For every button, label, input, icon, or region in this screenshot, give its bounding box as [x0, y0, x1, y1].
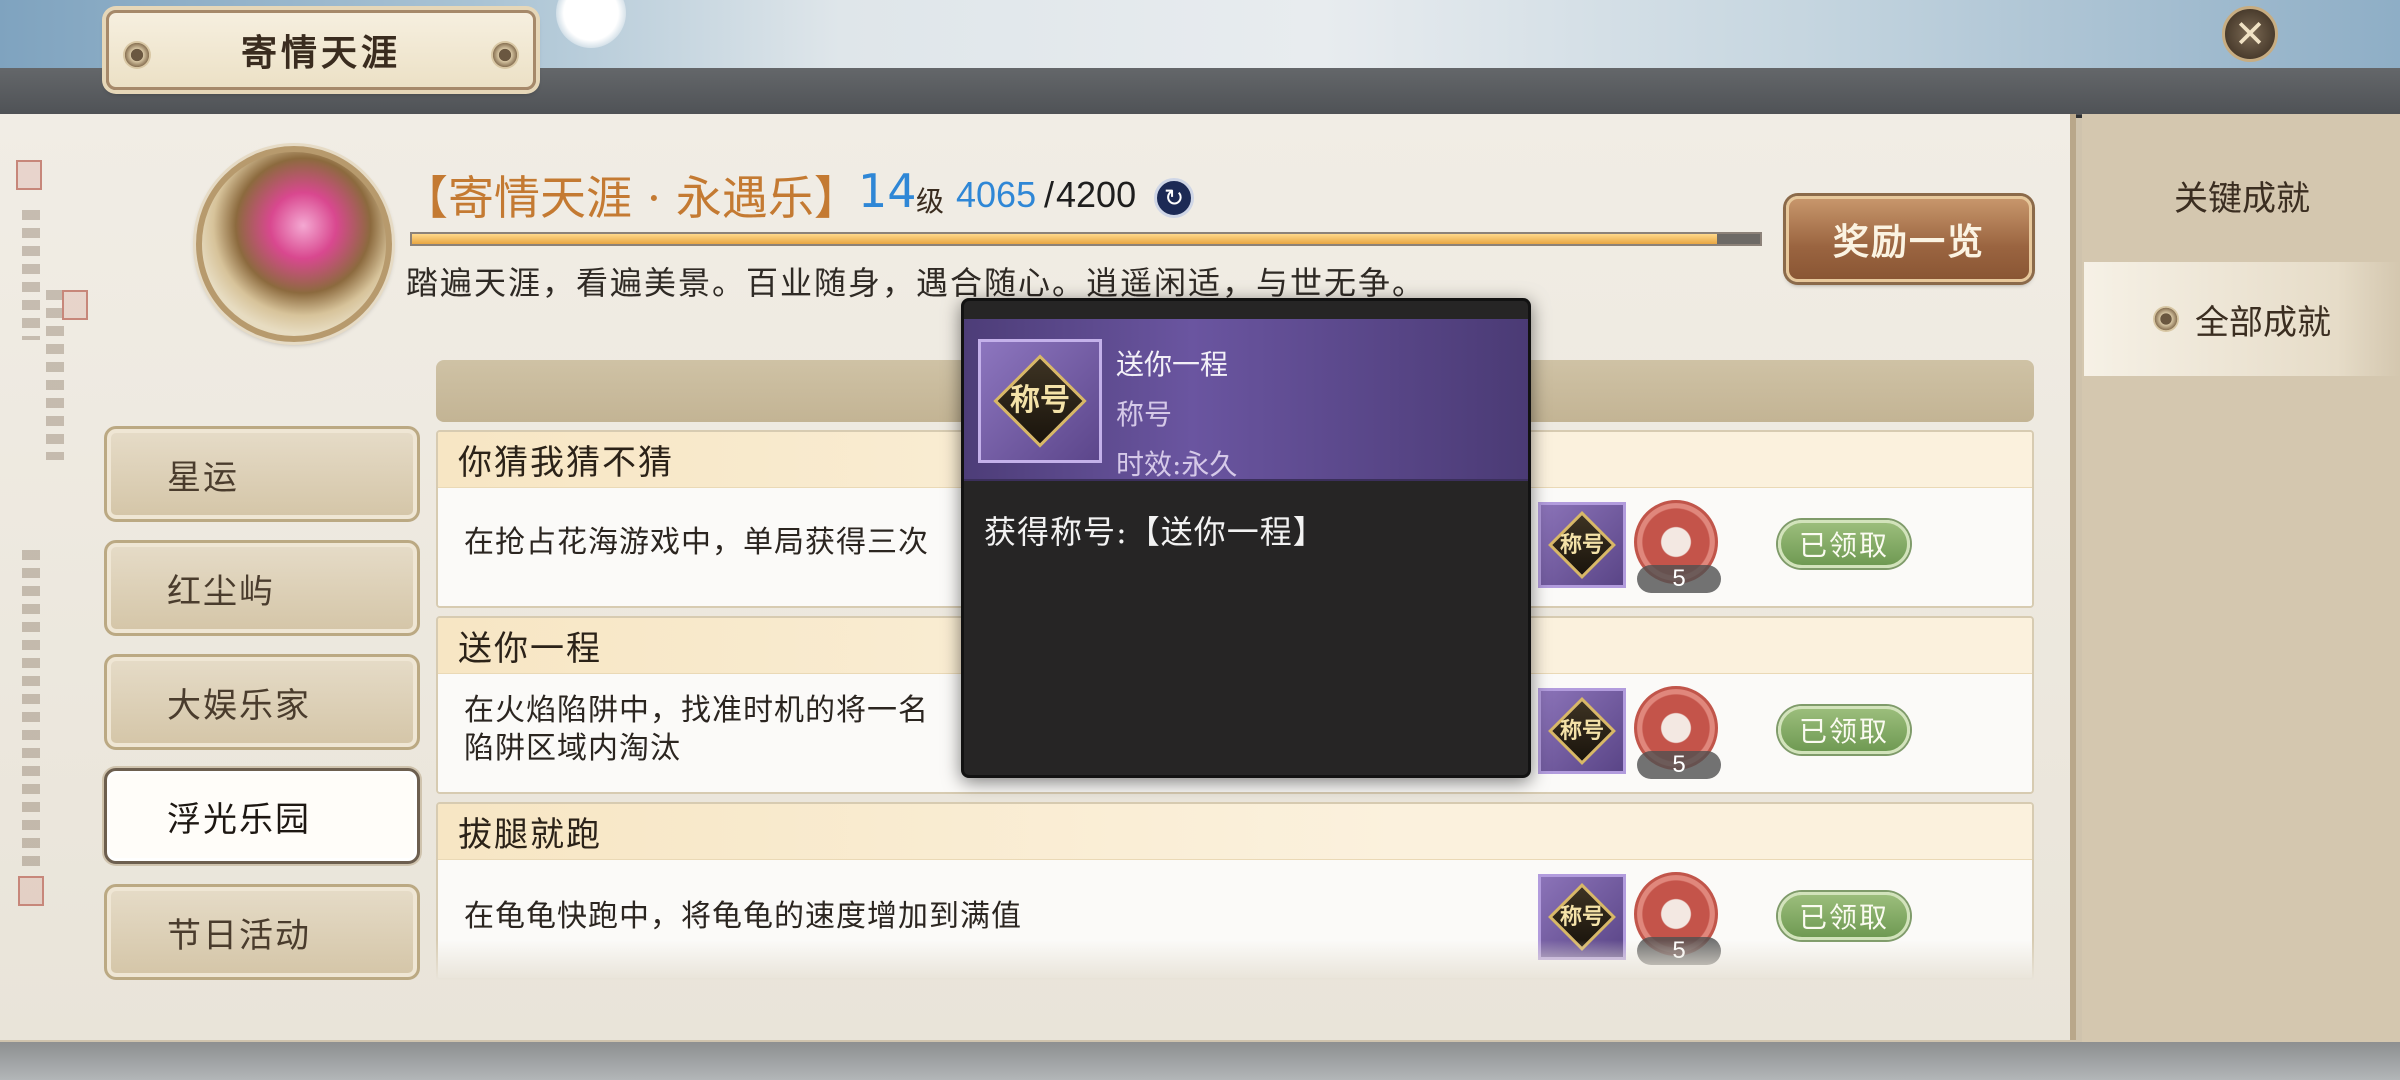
seal-decoration	[62, 290, 88, 320]
achievement-coin-icon[interactable]: 5	[1634, 500, 1721, 593]
calligraphy-decoration	[46, 380, 64, 460]
nav-item-fuguangleyuan[interactable]: 浮光乐园	[104, 768, 420, 864]
tooltip-header: 称号 送你一程 称号 时效:永久	[964, 319, 1528, 481]
tooltip-item-duration: 时效:永久	[1116, 448, 1238, 481]
refresh-icon[interactable]: ↻	[1154, 178, 1194, 218]
item-tooltip: 称号 送你一程 称号 时效:永久 获得称号:【送你一程】	[961, 298, 1531, 778]
window-title: 寄情天涯	[240, 32, 401, 74]
claimed-button[interactable]: 已领取	[1778, 706, 1910, 754]
achievement-avatar	[196, 146, 392, 342]
achievement-level: 14	[858, 164, 917, 218]
close-icon: ✕	[2234, 12, 2266, 56]
entry-description-line2: 陷阱区域内淘汰	[464, 731, 681, 766]
coin-count: 5	[1637, 565, 1721, 593]
list-fade	[436, 940, 2034, 980]
entry-description: 在龟龟快跑中，将龟龟的速度增加到满值	[464, 899, 1022, 934]
entry-description: 在抢占花海游戏中，单局获得三次	[464, 525, 929, 560]
nav-item-hongchenyu[interactable]: 红尘屿	[104, 540, 420, 636]
footer-band	[0, 1042, 2400, 1080]
seal-decoration	[16, 160, 42, 190]
progress-current: 4065	[956, 174, 1037, 215]
entry-title: 拔腿就跑	[438, 804, 2032, 860]
title-badge-icon[interactable]: 称号	[1538, 502, 1626, 588]
nav-item-jieri[interactable]: 节日活动	[104, 884, 420, 980]
ornament-icon	[123, 41, 151, 69]
tooltip-description: 获得称号:【送你一程】	[984, 513, 1326, 551]
title-badge-icon: 称号	[978, 339, 1102, 463]
tab-label: 全部成就	[2195, 302, 2331, 343]
seal-decoration	[18, 876, 44, 906]
ornament-icon	[491, 41, 519, 69]
entry-description: 在火焰陷阱中，找准时机的将一名	[464, 693, 929, 728]
coin-count: 5	[1637, 751, 1721, 779]
claimed-button[interactable]: 已领取	[1778, 892, 1910, 940]
progress-fill	[412, 234, 1717, 244]
nav-item-xingyun[interactable]: 星运	[104, 426, 420, 522]
calligraphy-decoration	[22, 210, 40, 340]
tooltip-item-name: 送你一程	[1116, 348, 1229, 381]
title-badge-icon[interactable]: 称号	[1538, 688, 1626, 774]
reward-overview-button[interactable]: 奖励一览	[1786, 196, 2032, 282]
progress-max: 4200	[1056, 174, 1137, 215]
close-button[interactable]: ✕	[2222, 6, 2278, 62]
selected-marker-icon	[2153, 306, 2179, 332]
tab-label: 关键成就	[2174, 178, 2310, 219]
nav-item-dayulejia[interactable]: 大娱乐家	[104, 654, 420, 750]
achievement-name: 【寄情天涯 · 永遇乐】	[402, 171, 860, 225]
achievement-level-unit: 级	[916, 185, 945, 218]
calligraphy-decoration	[22, 550, 40, 870]
tab-key-achievements[interactable]: 关键成就	[2084, 138, 2400, 252]
right-panel	[2082, 114, 2400, 1042]
tab-all-achievements[interactable]: 全部成就	[2084, 262, 2400, 376]
claimed-button[interactable]: 已领取	[1778, 520, 1910, 568]
achievement-coin-icon[interactable]: 5	[1634, 686, 1721, 779]
tooltip-item-type: 称号	[1116, 398, 1173, 431]
progress-separator: /	[1044, 174, 1055, 215]
window-title-plate: 寄情天涯	[106, 10, 536, 90]
progress-bar	[410, 232, 1762, 246]
